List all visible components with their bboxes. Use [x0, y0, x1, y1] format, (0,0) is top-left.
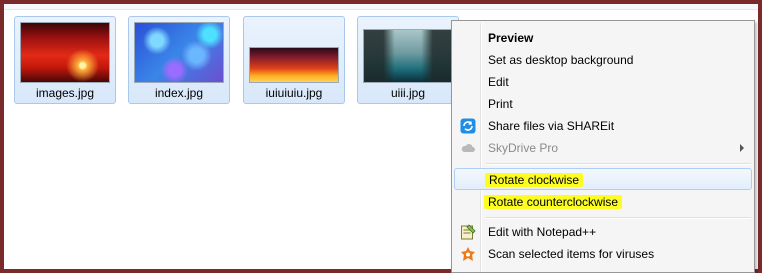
menu-label: Scan selected items for viruses [488, 247, 655, 261]
menu-item-shareit[interactable]: Share files via SHAREit [454, 116, 752, 137]
avast-icon [460, 246, 476, 262]
menu-label: Edit [488, 75, 509, 89]
menu-label: Share files via SHAREit [488, 119, 615, 133]
file-name: images.jpg [35, 86, 95, 100]
menu-label: Preview [488, 31, 534, 45]
file-name: iuiuiuiu.jpg [265, 86, 323, 100]
menu-separator [486, 163, 751, 165]
menu-label: SkyDrive Pro [488, 141, 559, 155]
menu-item-edit[interactable]: Edit [454, 72, 752, 93]
highlighted-label: Rotate counterclockwise [484, 195, 623, 209]
menu-item-skydrive-pro[interactable]: SkyDrive Pro [454, 138, 752, 159]
thumbnail [134, 22, 224, 83]
file-item[interactable]: uiii.jpg [357, 16, 459, 104]
highlighted-label: Rotate clockwise [485, 173, 584, 187]
menu-item-notepad-plus-plus[interactable]: Edit with Notepad++ [454, 222, 752, 243]
shareit-icon [460, 118, 476, 134]
menu-item-print[interactable]: Print [454, 94, 752, 115]
menu-label: Edit with Notepad++ [488, 225, 597, 239]
notepadpp-icon [460, 224, 476, 240]
thumbnail [363, 29, 453, 83]
menu-item-rotate-counterclockwise[interactable]: Rotate counterclockwise [454, 192, 752, 213]
context-menu: Preview Set as desktop background Edit P… [451, 20, 755, 273]
file-item[interactable]: index.jpg [128, 16, 230, 104]
submenu-arrow-icon [740, 144, 744, 152]
menu-label: Set as desktop background [488, 53, 634, 67]
menu-label: Rotate clockwise [485, 173, 584, 187]
menu-separator [486, 217, 751, 219]
file-item[interactable]: images.jpg [14, 16, 116, 104]
toolbar-edge [4, 4, 758, 10]
menu-item-set-desktop-background[interactable]: Set as desktop background [454, 50, 752, 71]
file-name: uiii.jpg [390, 86, 426, 100]
menu-item-preview[interactable]: Preview [454, 28, 752, 49]
thumbnail [20, 22, 110, 83]
menu-item-rotate-clockwise[interactable]: Rotate clockwise [454, 168, 752, 190]
cloud-icon [460, 140, 476, 156]
menu-label: Print [488, 97, 513, 111]
thumbnail [249, 47, 339, 83]
file-name: index.jpg [154, 86, 204, 100]
menu-label: Rotate counterclockwise [484, 195, 623, 209]
menu-item-scan-viruses[interactable]: Scan selected items for viruses [454, 244, 752, 265]
file-item[interactable]: iuiuiuiu.jpg [243, 16, 345, 104]
